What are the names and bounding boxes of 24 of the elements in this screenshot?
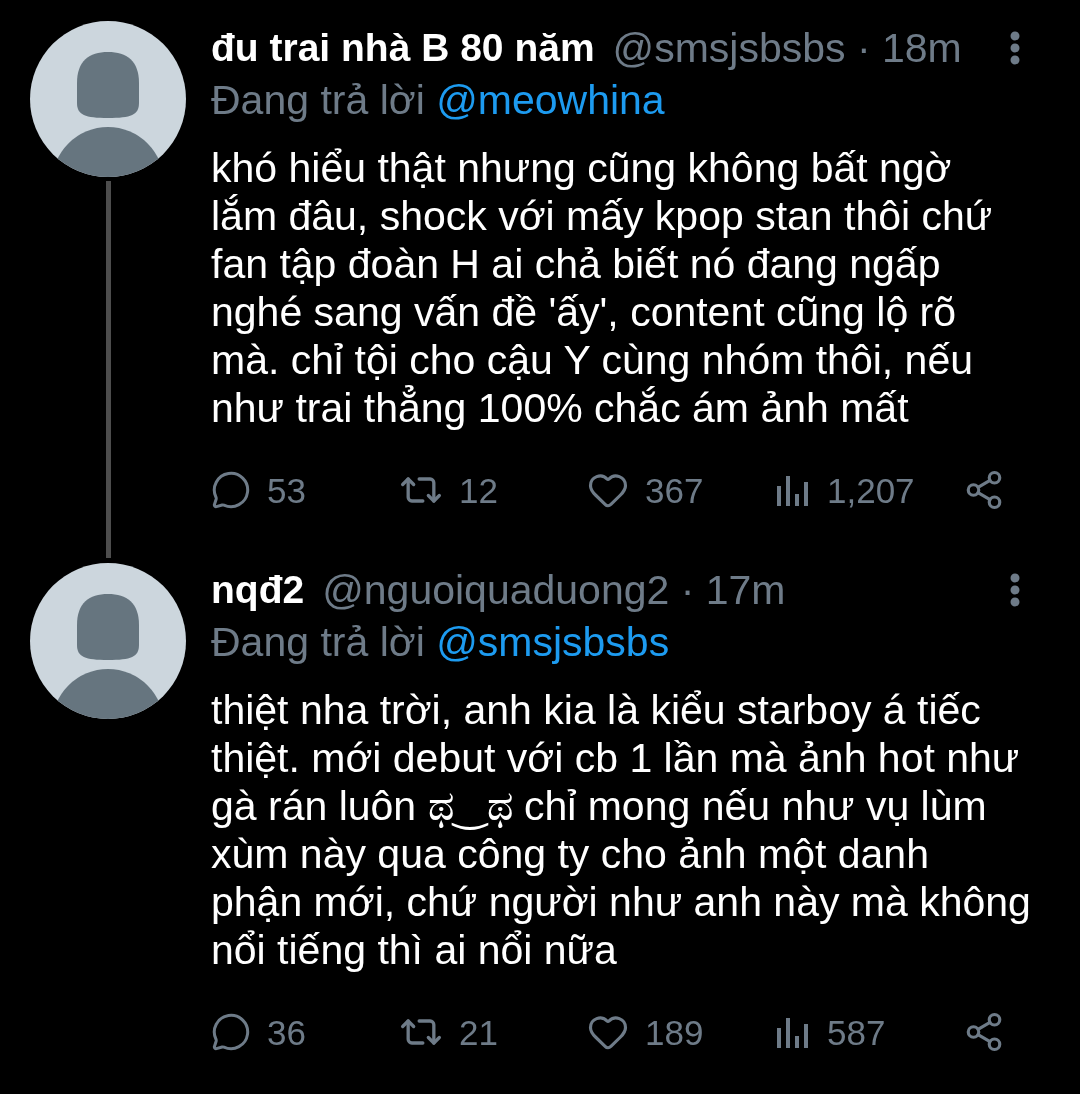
more-icon[interactable] — [1010, 31, 1020, 65]
handle-and-time: @smsjsbsbs · 18m — [612, 24, 962, 72]
like-button[interactable]: 367 — [587, 469, 704, 511]
tweet-text: khó hiểu thật nhưng cũng không bất ngờ lắm đâu, shock với mấy kpop stan thôi chứ fan tập đoàn H ai chả biết nó đang ngấp nghé sang vấn đề 'ấy', content cũng lộ rõ mà. chỉ tội cho cậu Y cùng nhóm thôi, nếu như trai thẳng 100% chắc ám ảnh mất — [211, 144, 994, 432]
more-icon[interactable] — [1010, 573, 1020, 607]
default-avatar-icon[interactable] — [30, 563, 186, 719]
views-button[interactable]: 1,207 — [775, 472, 915, 508]
replying-to-text: Đang trả lời @meowhina — [211, 76, 666, 125]
display-name[interactable]: đu trai nhà B 80 năm — [211, 26, 595, 70]
replying-to-text: Đang trả lời @smsjsbsbs — [211, 618, 671, 667]
tweet-text: thiệt nha trời, anh kia là kiểu starboy á tiếc thiệt. mới debut với cb 1 lần mà ảnh hot như gà rán luôn ಥ‿ಥ chỉ mong nếu như vụ lùm xùm này qua công ty cho ảnh một danh phận mới, chứ người như anh này mà không nổi tiếng thì ai nổi nữa — [211, 686, 1032, 974]
default-avatar-icon[interactable] — [30, 21, 186, 177]
repost-button[interactable]: 21 — [399, 1010, 498, 1054]
comment-icon — [211, 470, 251, 510]
handle-and-time: @nguoiquaduong2 · 17m — [322, 566, 786, 614]
like-button[interactable]: 189 — [587, 1011, 704, 1053]
mention-link[interactable]: @meowhina — [436, 77, 665, 123]
repost-button[interactable]: 12 — [399, 468, 498, 512]
reply-button[interactable]: 53 — [211, 470, 306, 510]
views-button[interactable]: 587 — [775, 1014, 886, 1050]
comment-icon — [211, 1012, 251, 1052]
reply-button[interactable]: 36 — [211, 1012, 306, 1052]
mention-link[interactable]: @smsjsbsbs — [436, 619, 670, 665]
display-name[interactable]: nqđ2 — [211, 568, 305, 612]
